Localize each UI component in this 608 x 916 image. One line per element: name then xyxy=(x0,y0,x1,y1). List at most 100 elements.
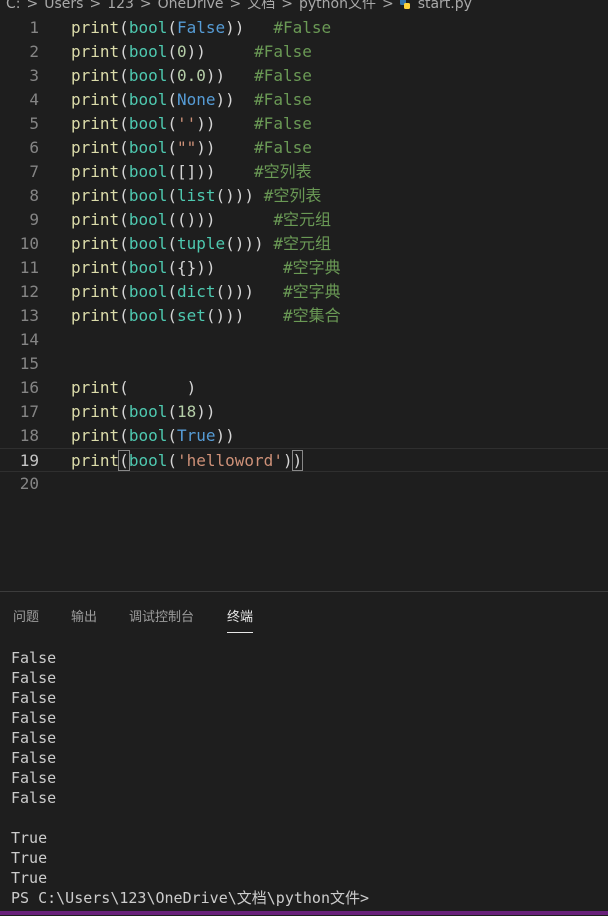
code-token: print xyxy=(71,42,120,61)
breadcrumb-file[interactable]: start.py xyxy=(418,0,472,12)
breadcrumb-separator: > xyxy=(139,0,152,12)
code-token: )) xyxy=(215,90,235,109)
line-number: 8 xyxy=(29,186,39,205)
code-token: print xyxy=(71,66,120,85)
code-token: ( xyxy=(119,258,129,277)
line-number: 16 xyxy=(19,378,39,397)
code-line[interactable]: 14 xyxy=(0,328,608,352)
code-token: ([])) xyxy=(167,162,216,181)
code-line[interactable]: 8 print(bool(list())) #空列表 xyxy=(0,184,608,208)
line-number: 12 xyxy=(19,282,39,301)
line-number: 19 xyxy=(19,451,39,470)
code-line[interactable]: 12 print(bool(dict())) #空字典 xyxy=(0,280,608,304)
tab-output[interactable]: 输出 xyxy=(71,606,97,625)
code-token: ( ) xyxy=(119,378,197,397)
code-token: 0 xyxy=(176,42,187,61)
code-token: False xyxy=(176,18,226,37)
code-text: print(bool(())) #空元组 xyxy=(71,208,331,232)
code-line[interactable]: 20 xyxy=(0,472,608,496)
code-line[interactable]: 7 print(bool([])) #空列表 xyxy=(0,160,608,184)
code-text: print(bool(tuple())) #空元组 xyxy=(71,232,331,256)
terminal-prompt[interactable]: PS C:\Users\123\OneDrive\文档\python文件> xyxy=(11,888,369,908)
code-line[interactable]: 5 print(bool('')) #False xyxy=(0,112,608,136)
breadcrumb-item[interactable]: python文件 xyxy=(299,0,376,12)
code-line[interactable]: 13 print(bool(set())) #空集合 xyxy=(0,304,608,328)
breadcrumb-item[interactable]: 文档 xyxy=(247,0,275,12)
terminal-line: False xyxy=(11,789,57,807)
code-text: print(bool("")) #False xyxy=(71,136,312,160)
code-token: ( xyxy=(167,114,177,133)
breadcrumb-item[interactable]: 123 xyxy=(107,0,134,12)
line-number: 10 xyxy=(19,234,39,253)
code-token: ( xyxy=(119,306,129,325)
code-token: print xyxy=(71,90,120,109)
code-line[interactable]: 9 print(bool(())) #空元组 xyxy=(0,208,608,232)
code-token: ( xyxy=(118,450,130,471)
code-line[interactable]: 17 print(bool(18)) xyxy=(0,400,608,424)
tab-terminal[interactable]: 终端 xyxy=(227,606,254,633)
code-token: bool xyxy=(128,402,168,421)
bottom-panel: 问题 输出 调试控制台 终端 False False False False False… xyxy=(0,591,608,916)
breadcrumb: C: > Users >123 > OneDrive > 文档 > python文件 > start.… xyxy=(0,0,608,14)
code-line[interactable]: 6 print(bool("")) #False xyxy=(0,136,608,160)
code-line[interactable]: 1 print(bool(False)) #False xyxy=(0,16,608,40)
code-token: )) xyxy=(186,42,206,61)
terminal-line: False xyxy=(11,769,57,787)
code-line[interactable]: 19 print(bool('helloword')) xyxy=(0,448,608,472)
tab-debug-console[interactable]: 调试控制台 xyxy=(129,606,194,625)
code-text: print(bool(18)) xyxy=(71,400,216,424)
code-token: ( xyxy=(119,42,129,61)
code-text: print(bool(set())) #空集合 xyxy=(71,304,341,328)
code-line[interactable]: 4 print(bool(None)) #False xyxy=(0,88,608,112)
code-editor[interactable]: 1 print(bool(False)) #False 2 print(bool(0)… xyxy=(0,14,608,590)
code-line[interactable]: 15 xyxy=(0,352,608,376)
tab-problems[interactable]: 问题 xyxy=(13,606,39,625)
code-token: ( xyxy=(167,66,177,85)
code-line[interactable]: 18 print(bool(True)) xyxy=(0,424,608,448)
code-line[interactable]: 3 print(bool(0.0)) #False xyxy=(0,64,608,88)
code-token: print xyxy=(71,378,120,397)
line-number: 7 xyxy=(29,162,39,181)
code-token: ( xyxy=(119,210,129,229)
code-token: #空列表 xyxy=(254,162,312,181)
code-token: (())) xyxy=(167,210,216,229)
code-token: 'helloword' xyxy=(176,451,283,470)
terminal-line: False xyxy=(11,689,57,707)
code-text: print(bool(0.0)) #False xyxy=(71,64,312,88)
code-token: print xyxy=(71,426,120,445)
code-line[interactable]: 10 print(bool(tuple())) #空元组 xyxy=(0,232,608,256)
code-token: ({})) xyxy=(167,258,216,277)
code-token: )) xyxy=(225,18,245,37)
breadcrumb-item[interactable]: Users xyxy=(44,0,83,12)
code-token: print xyxy=(71,18,120,37)
code-text: print(bool(list())) #空列表 xyxy=(71,184,321,208)
code-token: print xyxy=(71,234,120,253)
breadcrumb-item[interactable]: C: xyxy=(6,0,21,12)
code-token: bool xyxy=(128,282,168,301)
code-token: #False xyxy=(273,18,332,37)
terminal-line: False xyxy=(11,749,57,767)
breadcrumb-item[interactable]: OneDrive xyxy=(158,0,224,12)
code-token: bool xyxy=(128,90,168,109)
code-token: print xyxy=(71,162,120,181)
code-token: #False xyxy=(254,138,312,157)
line-number: 20 xyxy=(19,474,39,493)
code-token: #空字典 xyxy=(282,282,341,301)
code-token: ( xyxy=(167,306,177,325)
code-token: bool xyxy=(128,234,168,253)
code-line[interactable]: 16 print( ) xyxy=(0,376,608,400)
code-line[interactable]: 2 print(bool(0)) #False xyxy=(0,40,608,64)
code-token: print xyxy=(71,114,120,133)
code-token: print xyxy=(71,451,120,470)
code-token: bool xyxy=(128,18,168,37)
line-number: 15 xyxy=(19,354,39,373)
terminal-line: False xyxy=(11,649,57,667)
code-line[interactable]: 11 print(bool({})) #空字典 xyxy=(0,256,608,280)
code-text: print(bool('helloword')) xyxy=(71,449,304,473)
